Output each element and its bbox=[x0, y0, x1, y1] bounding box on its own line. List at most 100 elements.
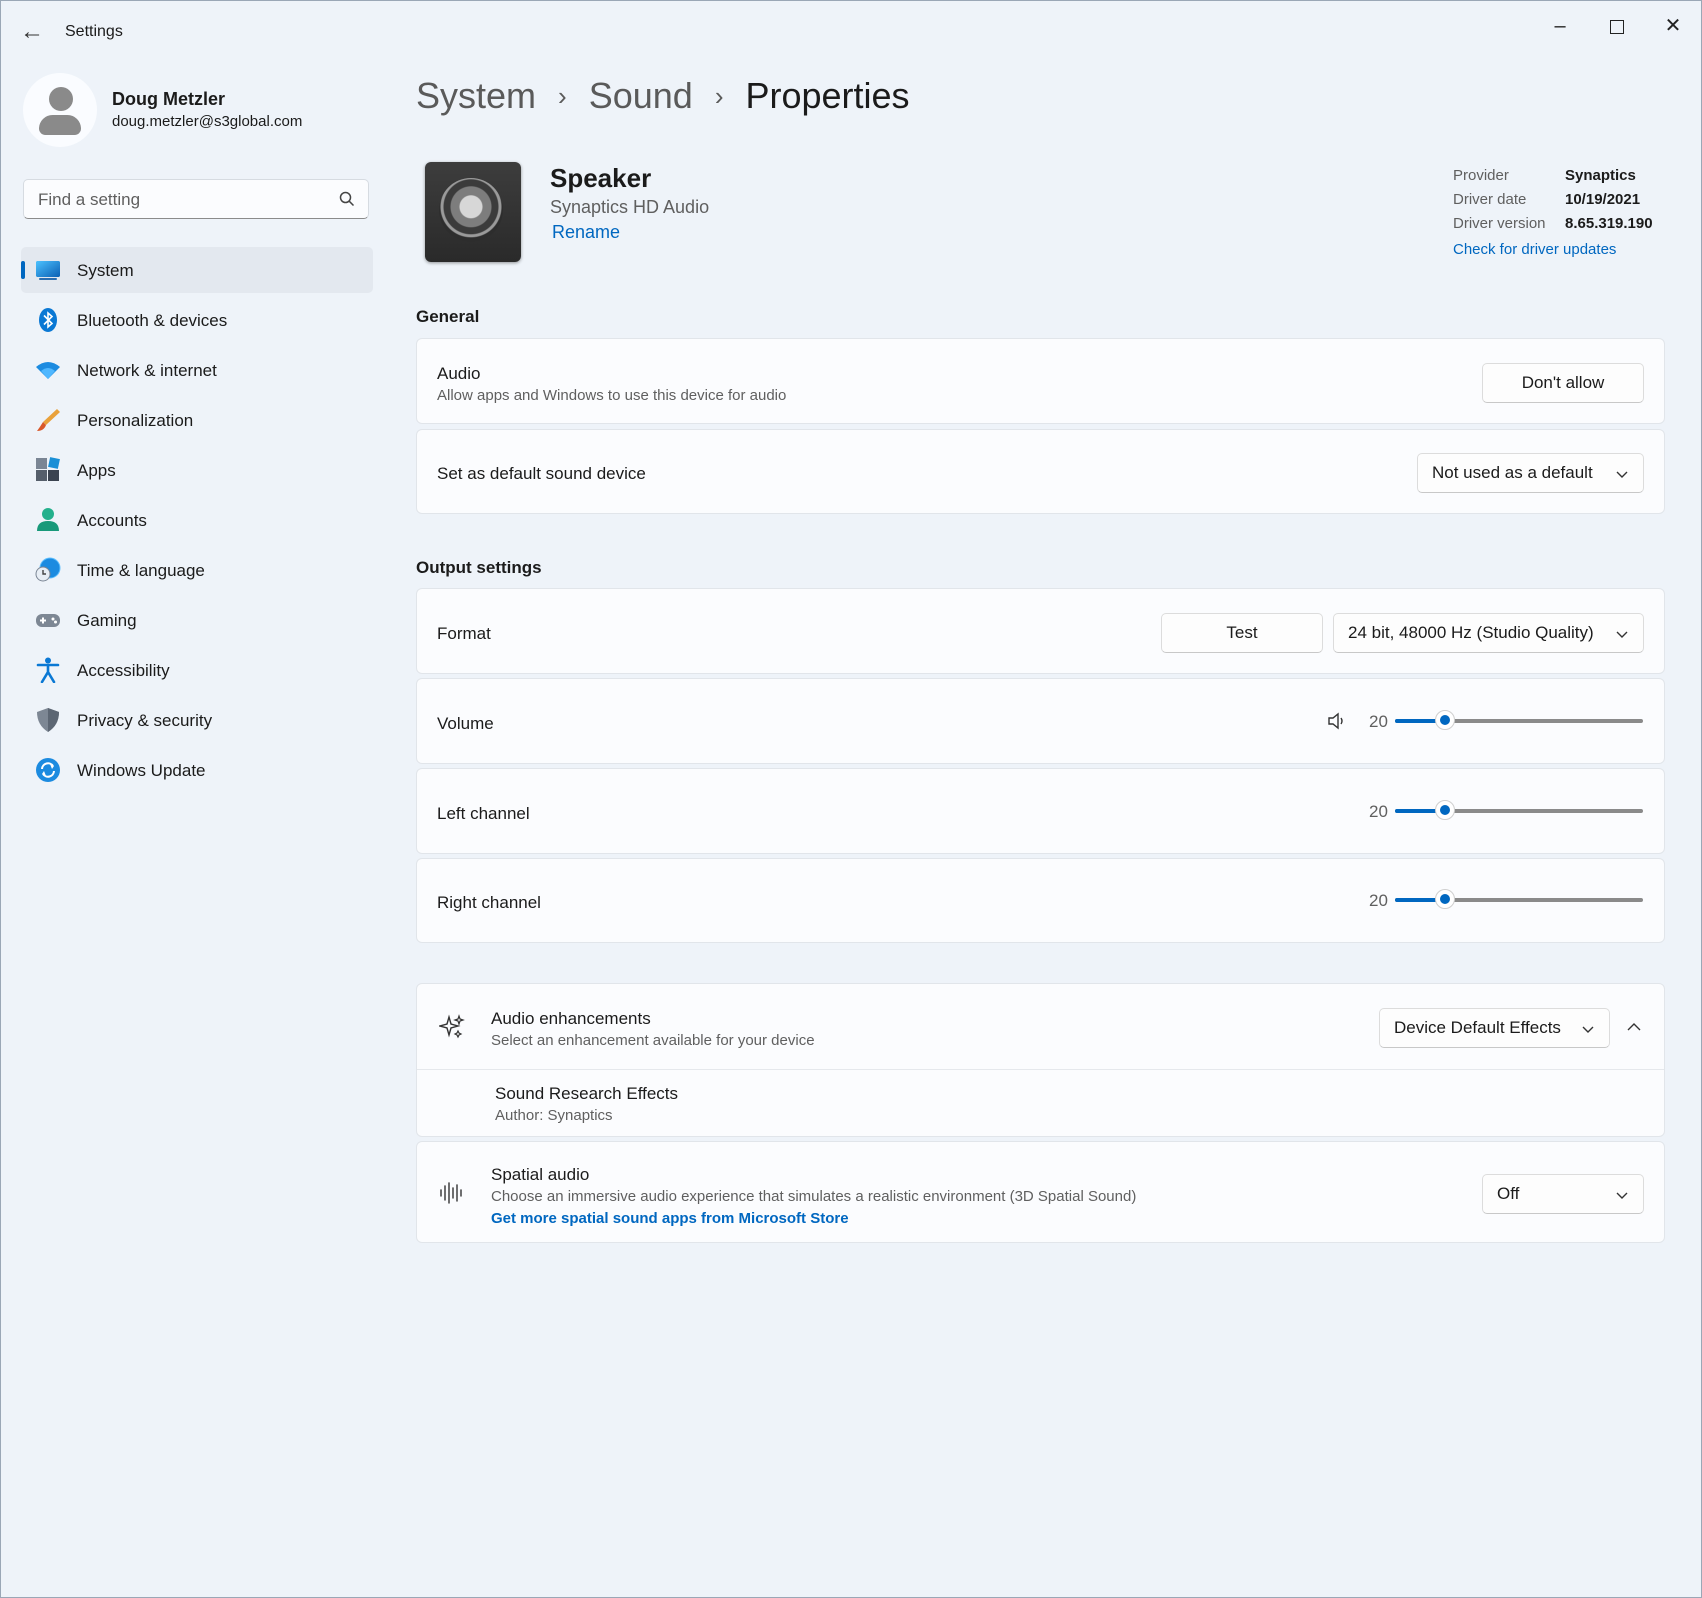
breadcrumb-system[interactable]: System bbox=[416, 75, 536, 117]
close-button[interactable]: ✕ bbox=[1650, 11, 1696, 41]
sidebar-item-label: Network & internet bbox=[77, 361, 217, 380]
bluetooth-icon bbox=[39, 308, 57, 332]
volume-value: 20 bbox=[1369, 712, 1388, 731]
default-device-title: Set as default sound device bbox=[437, 464, 646, 483]
sound-wave-icon bbox=[440, 1182, 462, 1204]
default-device-card: Set as default sound device Not used as … bbox=[416, 429, 1665, 514]
sidebar-item-bluetooth[interactable]: Bluetooth & devices bbox=[21, 297, 373, 343]
page-title: Properties bbox=[745, 75, 910, 117]
spatial-audio-card: Spatial audio Choose an immersive audio … bbox=[416, 1141, 1665, 1243]
default-device-selected: Not used as a default bbox=[1432, 463, 1593, 482]
sidebar-item-privacy[interactable]: Privacy & security bbox=[21, 697, 373, 743]
breadcrumb-separator: › bbox=[714, 80, 724, 111]
sidebar-item-label: Accounts bbox=[77, 511, 147, 530]
driver-date-value: 10/19/2021 bbox=[1565, 191, 1641, 208]
sidebar-item-label: Accessibility bbox=[77, 661, 170, 680]
spatial-store-link[interactable]: Get more spatial sound apps from Microso… bbox=[491, 1210, 849, 1227]
driver-version-label: Driver version bbox=[1453, 215, 1546, 232]
driver-date-label: Driver date bbox=[1453, 191, 1527, 208]
driver-provider-label: Provider bbox=[1453, 167, 1509, 184]
audio-enhancements-card: Audio enhancements Select an enhancement… bbox=[416, 983, 1665, 1137]
default-device-dropdown[interactable]: Not used as a default bbox=[1417, 453, 1644, 493]
spatial-audio-description: Choose an immersive audio experience tha… bbox=[491, 1188, 1137, 1205]
format-card: Format Test 24 bit, 48000 Hz (Studio Qua… bbox=[416, 588, 1665, 674]
format-dropdown[interactable]: 24 bit, 48000 Hz (Studio Quality) bbox=[1333, 613, 1644, 653]
audio-description: Allow apps and Windows to use this devic… bbox=[437, 387, 787, 404]
sidebar-nav: System Bluetooth & devices Network & int… bbox=[21, 247, 373, 797]
breadcrumb-sound[interactable]: Sound bbox=[589, 75, 693, 117]
sidebar-item-time-language[interactable]: Time & language bbox=[21, 547, 373, 593]
shield-icon bbox=[37, 708, 59, 732]
sidebar-item-network[interactable]: Network & internet bbox=[21, 347, 373, 393]
minimize-button[interactable]: – bbox=[1537, 11, 1583, 41]
audio-card: Audio Allow apps and Windows to use this… bbox=[416, 338, 1665, 424]
chevron-down-icon bbox=[1616, 471, 1628, 478]
effect-name: Sound Research Effects bbox=[495, 1084, 679, 1103]
dont-allow-button[interactable]: Don't allow bbox=[1482, 363, 1644, 403]
audio-enhancements-title: Audio enhancements bbox=[491, 1009, 651, 1028]
spatial-audio-selected: Off bbox=[1497, 1184, 1520, 1203]
breadcrumb: System › Sound › Properties bbox=[416, 73, 910, 117]
avatar bbox=[23, 73, 97, 147]
right-channel-slider[interactable] bbox=[1395, 889, 1643, 910]
check-driver-updates-link[interactable]: Check for driver updates bbox=[1453, 241, 1616, 258]
format-selected: 24 bit, 48000 Hz (Studio Quality) bbox=[1348, 623, 1594, 642]
left-channel-slider[interactable] bbox=[1395, 800, 1643, 821]
user-email: doug.metzler@s3global.com bbox=[112, 113, 303, 130]
search-input[interactable] bbox=[36, 188, 330, 212]
enhancements-dropdown[interactable]: Device Default Effects bbox=[1379, 1008, 1610, 1048]
back-arrow-icon[interactable]: ← bbox=[19, 19, 45, 45]
right-channel-slider-thumb[interactable] bbox=[1434, 889, 1455, 909]
enhancements-selected: Device Default Effects bbox=[1394, 1018, 1561, 1037]
wifi-icon bbox=[36, 362, 60, 379]
breadcrumb-separator: › bbox=[558, 80, 567, 111]
search-icon[interactable] bbox=[338, 190, 356, 208]
sidebar-item-label: System bbox=[77, 261, 134, 280]
brush-icon bbox=[37, 409, 60, 431]
maximize-button[interactable] bbox=[1594, 11, 1640, 41]
device-subtitle: Synaptics HD Audio bbox=[550, 197, 710, 217]
search-box[interactable] bbox=[23, 179, 369, 219]
accessibility-icon bbox=[36, 657, 60, 683]
sidebar-item-apps[interactable]: Apps bbox=[21, 447, 373, 493]
chevron-down-icon bbox=[1582, 1026, 1594, 1033]
title-bar: ← Settings – ✕ bbox=[1, 1, 1701, 63]
chevron-down-icon bbox=[1616, 631, 1628, 638]
globe-clock-icon bbox=[35, 557, 61, 582]
right-channel-value: 20 bbox=[1369, 891, 1388, 910]
sidebar-item-label: Personalization bbox=[77, 411, 194, 430]
app-title: Settings bbox=[65, 23, 123, 40]
sidebar-item-gaming[interactable]: Gaming bbox=[21, 597, 373, 643]
sidebar-item-label: Windows Update bbox=[77, 761, 206, 780]
driver-version-value: 8.65.319.190 bbox=[1565, 215, 1653, 232]
effect-author: Author: Synaptics bbox=[495, 1107, 613, 1124]
volume-slider[interactable] bbox=[1395, 710, 1643, 731]
volume-slider-thumb[interactable] bbox=[1434, 710, 1455, 730]
speaker-volume-icon[interactable] bbox=[1326, 711, 1346, 731]
gamepad-icon bbox=[36, 614, 60, 627]
enhancements-divider bbox=[417, 1069, 1664, 1070]
right-channel-card: Right channel 20 bbox=[416, 858, 1665, 943]
left-channel-slider-thumb[interactable] bbox=[1434, 800, 1455, 820]
sidebar-item-system[interactable]: System bbox=[21, 247, 373, 293]
sidebar-item-label: Gaming bbox=[77, 611, 137, 630]
test-button[interactable]: Test bbox=[1161, 613, 1323, 653]
sidebar-item-windows-update[interactable]: Windows Update bbox=[21, 747, 373, 793]
sidebar-item-accessibility[interactable]: Accessibility bbox=[21, 647, 373, 693]
rename-link[interactable]: Rename bbox=[552, 222, 620, 243]
sidebar-item-label: Time & language bbox=[77, 561, 205, 580]
volume-card: Volume 20 bbox=[416, 678, 1665, 764]
spatial-audio-dropdown[interactable]: Off bbox=[1482, 1174, 1644, 1214]
audio-title: Audio bbox=[437, 364, 481, 383]
left-channel-value: 20 bbox=[1369, 802, 1388, 821]
update-icon bbox=[36, 758, 60, 782]
sidebar-item-label: Apps bbox=[77, 461, 116, 480]
chevron-up-icon[interactable] bbox=[1626, 1019, 1642, 1035]
device-name: Speaker bbox=[550, 163, 652, 193]
output-section-title: Output settings bbox=[416, 558, 542, 577]
left-channel-title: Left channel bbox=[437, 804, 530, 823]
audio-enhancements-description: Select an enhancement available for your… bbox=[491, 1032, 815, 1049]
sidebar-item-accounts[interactable]: Accounts bbox=[21, 497, 373, 543]
speaker-image bbox=[425, 162, 521, 262]
sidebar-item-personalization[interactable]: Personalization bbox=[21, 397, 373, 443]
